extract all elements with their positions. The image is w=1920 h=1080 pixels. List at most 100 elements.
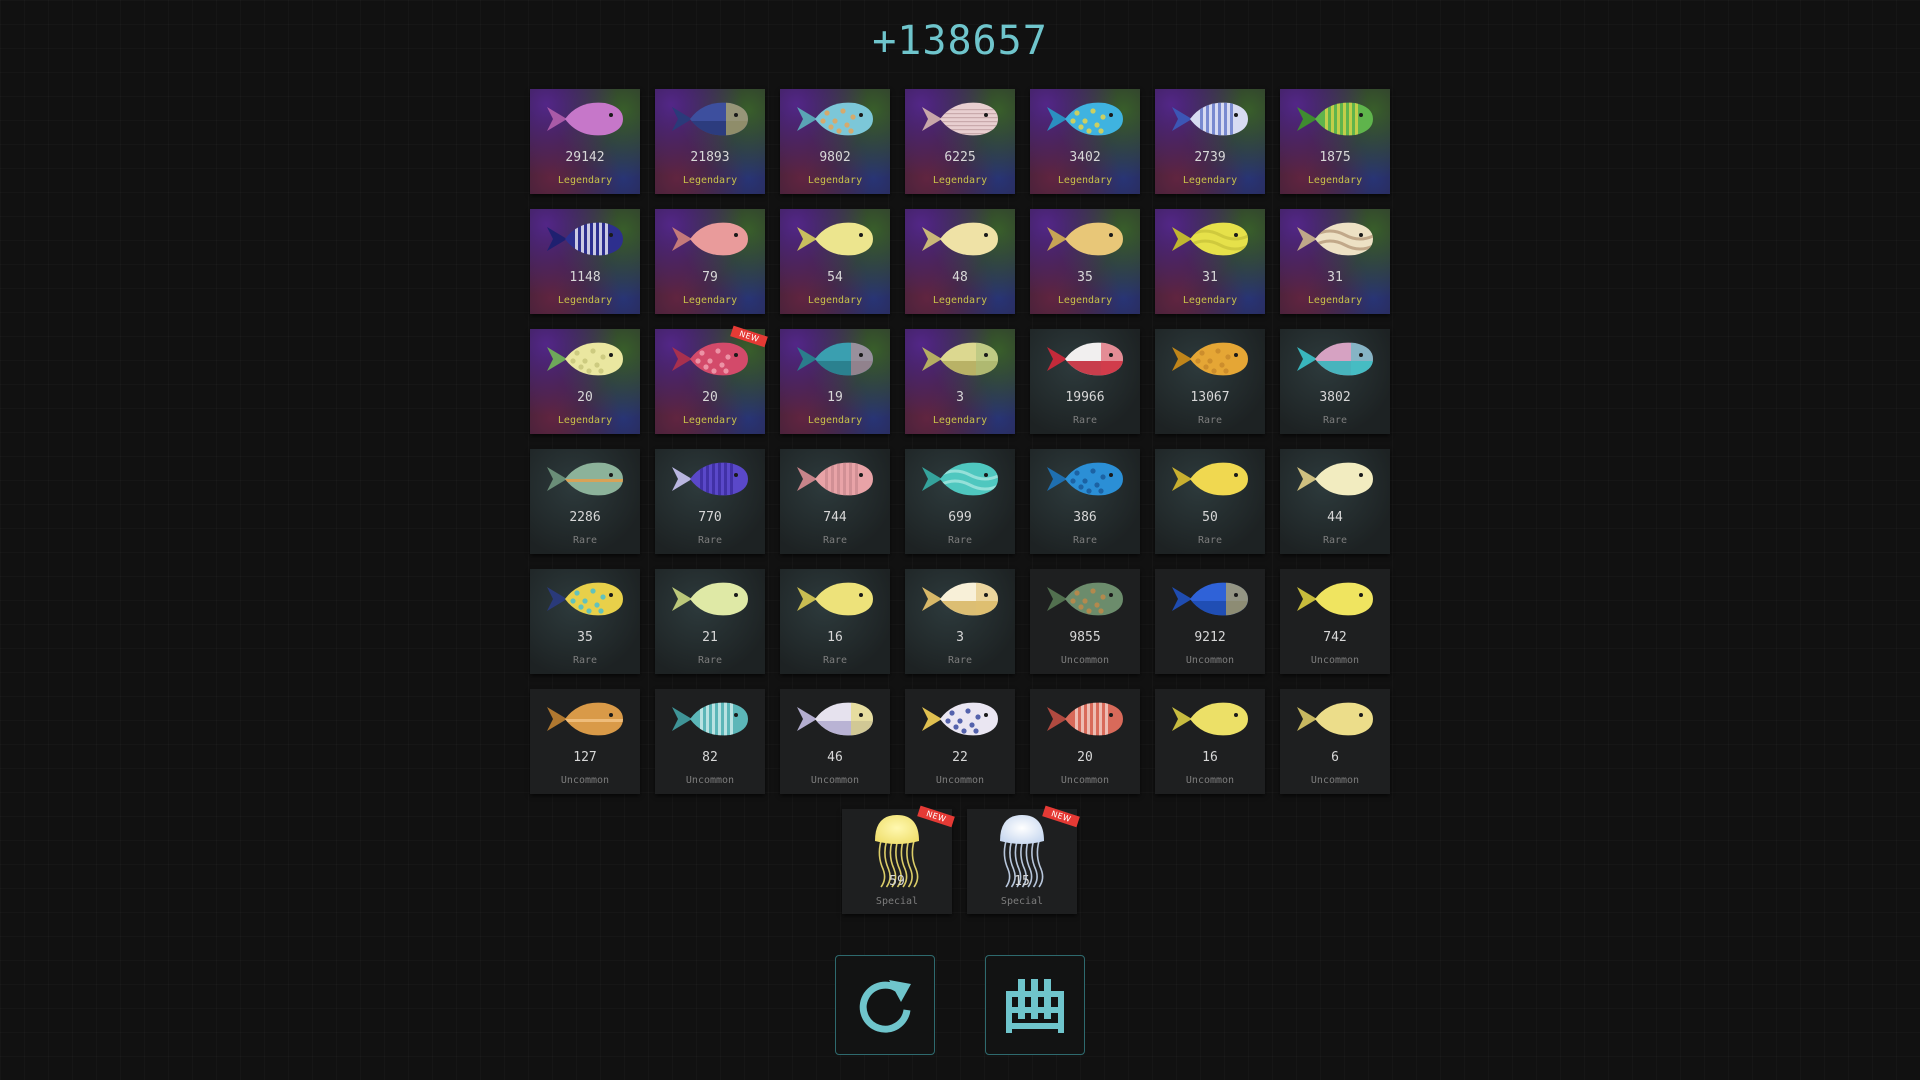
fish-icon — [1172, 102, 1248, 136]
fish-count: 127 — [573, 750, 597, 765]
fish-card[interactable]: 3802 Rare — [1280, 329, 1390, 434]
fish-card[interactable]: 19966 Rare — [1030, 329, 1140, 434]
fish-count: 699 — [948, 510, 972, 525]
fish-card[interactable]: 9802 Legendary — [780, 89, 890, 194]
fish-card[interactable]: 742 Uncommon — [1280, 569, 1390, 674]
fish-card[interactable]: 9855 Uncommon — [1030, 569, 1140, 674]
jellyfish-card[interactable]: 59 Special NEW — [842, 805, 955, 914]
fish-icon — [547, 702, 623, 736]
fish-rarity: Uncommon — [935, 775, 985, 786]
fish-card[interactable]: 35 Legendary — [1030, 209, 1140, 314]
fish-rarity: Rare — [947, 655, 973, 666]
fish-icon — [672, 702, 748, 736]
fish-card[interactable]: 20 Legendary — [530, 329, 640, 434]
fish-card[interactable]: 21893 Legendary — [655, 89, 765, 194]
fish-card[interactable]: 50 Rare — [1155, 449, 1265, 554]
fish-count: 79 — [702, 270, 718, 285]
fish-card[interactable]: 22 Uncommon — [905, 689, 1015, 794]
fish-card[interactable]: 3 Legendary — [905, 329, 1015, 434]
fish-count: 742 — [1323, 630, 1347, 645]
fish-card[interactable]: 744 Rare — [780, 449, 890, 554]
fish-card[interactable]: 29142 Legendary — [530, 89, 640, 194]
fish-icon — [1172, 222, 1248, 256]
fish-rarity: Legendary — [807, 415, 863, 426]
fish-card[interactable]: 127 Uncommon — [530, 689, 640, 794]
fish-card[interactable]: 54 Legendary — [780, 209, 890, 314]
fish-count: 16 — [1202, 750, 1218, 765]
fish-count: 22 — [952, 750, 968, 765]
fish-rarity: Legendary — [682, 175, 738, 186]
fish-card[interactable]: 82 Uncommon — [655, 689, 765, 794]
fish-count: 35 — [577, 630, 593, 645]
fish-icon — [797, 582, 873, 616]
fish-rarity: Legendary — [807, 295, 863, 306]
fish-card[interactable]: 6225 Legendary — [905, 89, 1015, 194]
fish-icon — [797, 342, 873, 376]
fish-card[interactable]: 3 Rare — [905, 569, 1015, 674]
fish-icon — [797, 222, 873, 256]
fish-icon — [1047, 702, 1123, 736]
score-counter: +138657 — [872, 18, 1048, 64]
fish-count: 9855 — [1069, 630, 1101, 645]
fish-card[interactable]: 79 Legendary — [655, 209, 765, 314]
fish-rarity: Uncommon — [560, 775, 610, 786]
jellyfish-card[interactable]: 15 Special NEW — [967, 805, 1080, 914]
fish-card[interactable]: 48 Legendary — [905, 209, 1015, 314]
fish-rarity: Rare — [697, 535, 723, 546]
fish-icon — [922, 462, 998, 496]
fish-rarity: Legendary — [1307, 175, 1363, 186]
fish-count: 20 — [1077, 750, 1093, 765]
fish-card[interactable]: 20 Legendary NEW — [655, 325, 768, 434]
fish-card[interactable]: 770 Rare — [655, 449, 765, 554]
fish-count: 19966 — [1065, 390, 1105, 405]
fish-icon — [1297, 582, 1373, 616]
fish-count: 6 — [1331, 750, 1339, 765]
fish-icon — [672, 342, 748, 376]
fish-card[interactable]: 31 Legendary — [1280, 209, 1390, 314]
fish-icon — [797, 702, 873, 736]
fish-count: 9802 — [819, 150, 851, 165]
fish-card[interactable]: 35 Rare — [530, 569, 640, 674]
fish-card[interactable]: 20 Uncommon — [1030, 689, 1140, 794]
fish-count: 21 — [702, 630, 718, 645]
fish-rarity: Legendary — [557, 295, 613, 306]
jellyfish-rarity: Special — [875, 896, 919, 907]
fish-icon — [1297, 702, 1373, 736]
fish-card[interactable]: 31 Legendary — [1155, 209, 1265, 314]
fish-card[interactable]: 9212 Uncommon — [1155, 569, 1265, 674]
fish-card[interactable]: 6 Uncommon — [1280, 689, 1390, 794]
fish-icon — [547, 342, 623, 376]
fish-rarity: Legendary — [682, 415, 738, 426]
jellyfish-rarity: Special — [1000, 896, 1044, 907]
fish-rarity: Rare — [1072, 415, 1098, 426]
fish-card[interactable]: 2286 Rare — [530, 449, 640, 554]
fish-card[interactable]: 16 Uncommon — [1155, 689, 1265, 794]
fish-card[interactable]: 386 Rare — [1030, 449, 1140, 554]
fish-card[interactable]: 13067 Rare — [1155, 329, 1265, 434]
fish-icon — [1047, 102, 1123, 136]
fish-card[interactable]: 1875 Legendary — [1280, 89, 1390, 194]
fish-card[interactable]: 44 Rare — [1280, 449, 1390, 554]
fish-rarity: Uncommon — [1310, 655, 1360, 666]
fish-rarity: Rare — [947, 535, 973, 546]
fish-rarity: Rare — [822, 655, 848, 666]
fish-rarity: Rare — [1197, 415, 1223, 426]
test-tube-rack-icon — [1006, 979, 1064, 1033]
fish-card[interactable]: 16 Rare — [780, 569, 890, 674]
fish-card[interactable]: 19 Legendary — [780, 329, 890, 434]
fish-count: 20 — [577, 390, 593, 405]
fish-card[interactable]: 699 Rare — [905, 449, 1015, 554]
reset-button[interactable] — [835, 955, 935, 1055]
fish-card[interactable]: 3402 Legendary — [1030, 89, 1140, 194]
fish-rarity: Uncommon — [1185, 655, 1235, 666]
fish-count: 35 — [1077, 270, 1093, 285]
fish-count: 50 — [1202, 510, 1218, 525]
fish-card[interactable]: 46 Uncommon — [780, 689, 890, 794]
lab-button[interactable] — [985, 955, 1085, 1055]
fish-card[interactable]: 21 Rare — [655, 569, 765, 674]
fish-rarity: Rare — [572, 655, 598, 666]
fish-rarity: Uncommon — [1310, 775, 1360, 786]
fish-card[interactable]: 1148 Legendary — [530, 209, 640, 314]
fish-rarity: Legendary — [932, 295, 988, 306]
fish-card[interactable]: 2739 Legendary — [1155, 89, 1265, 194]
